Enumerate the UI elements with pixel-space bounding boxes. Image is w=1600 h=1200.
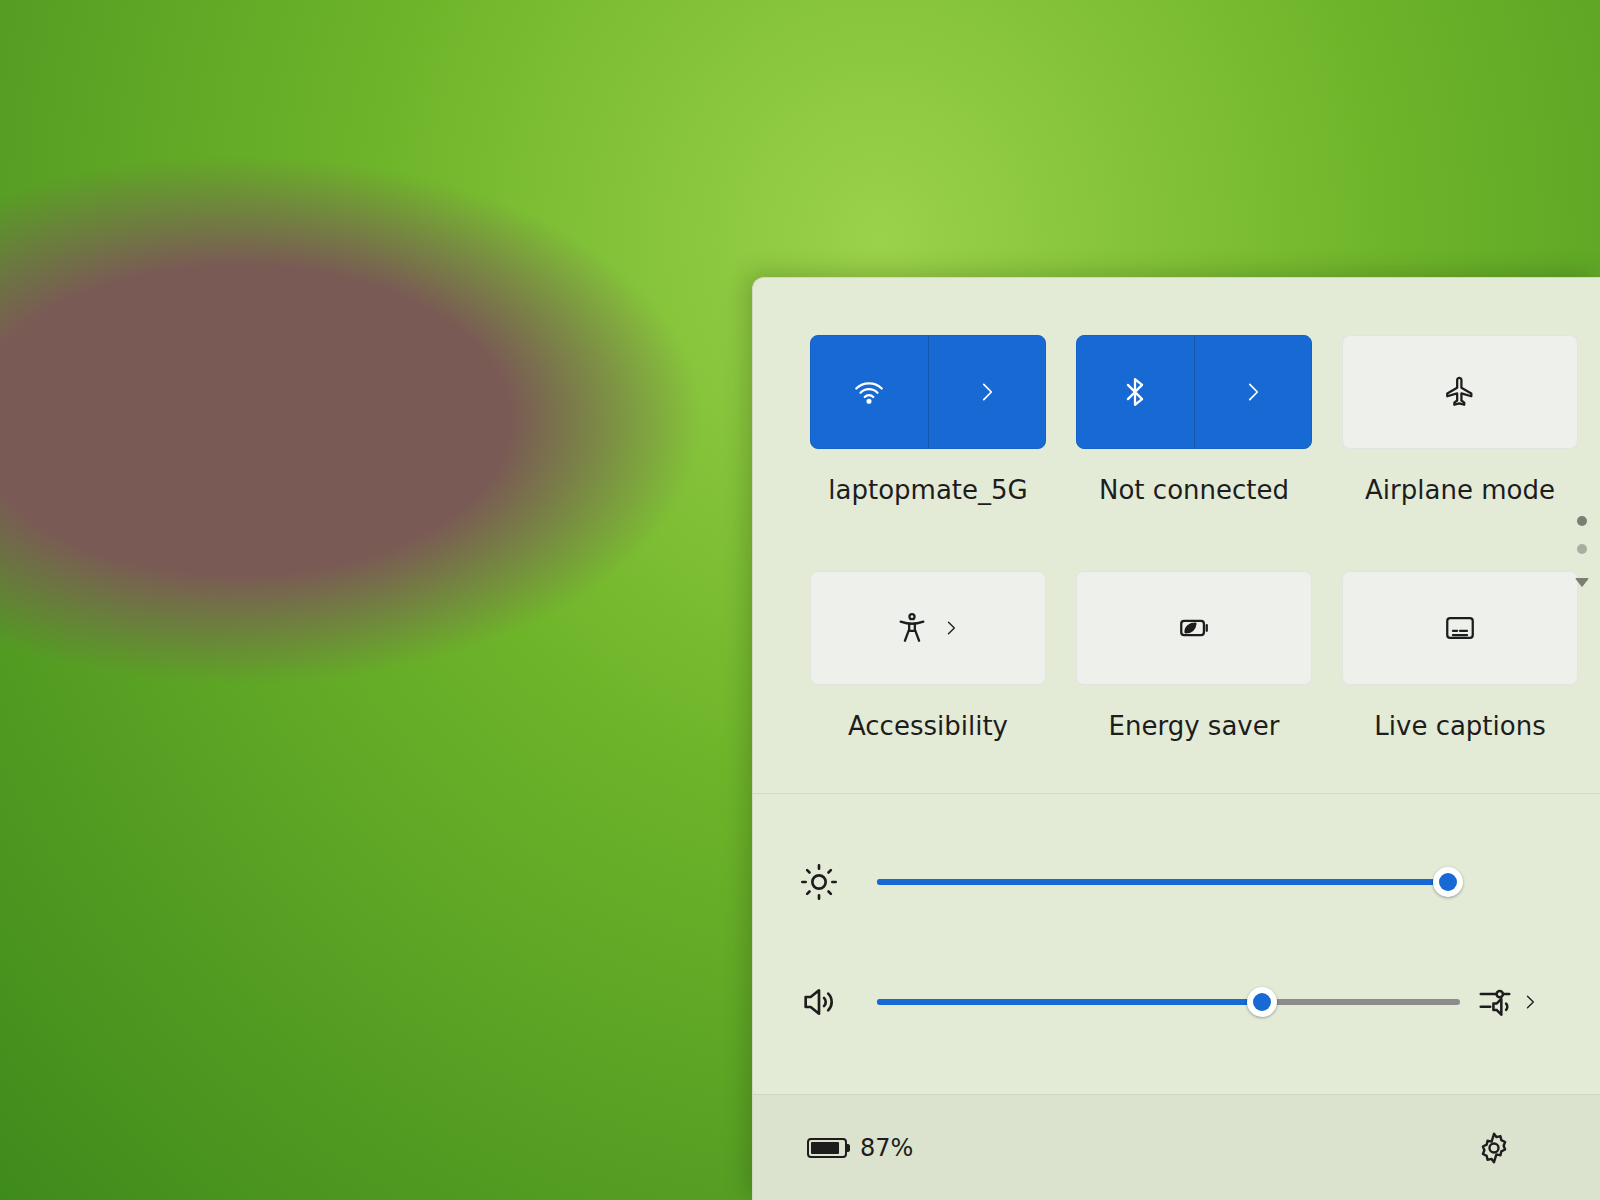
battery-icon <box>807 1138 850 1158</box>
tile-toggle[interactable] <box>811 336 928 448</box>
tile-label: Energy saver <box>1109 711 1280 741</box>
speaker-icon-wrap <box>797 982 841 1022</box>
brightness-fill <box>877 879 1448 885</box>
quick-tile[interactable] <box>1076 571 1312 685</box>
airplane-icon <box>1443 375 1477 409</box>
tile-divider <box>1194 336 1195 448</box>
battery-cap <box>847 1144 850 1152</box>
tile-divider <box>928 336 929 448</box>
page-dot[interactable] <box>1577 516 1587 526</box>
chevron-icon <box>974 379 1000 405</box>
wifi-icon <box>852 375 886 409</box>
volume-trailing <box>1460 983 1540 1021</box>
chevron-icon <box>1240 379 1266 405</box>
battery-status[interactable]: 87% <box>807 1134 913 1162</box>
speaker-icon <box>799 982 839 1022</box>
energy-saver-icon <box>1177 611 1211 645</box>
tile-label: Live captions <box>1374 711 1545 741</box>
tile-toggle[interactable] <box>1077 336 1194 448</box>
tile-label: Not connected <box>1099 475 1289 505</box>
battery-fill <box>811 1142 839 1154</box>
quick-tile-cell: Energy saver <box>1076 571 1312 741</box>
page-dot[interactable] <box>1577 544 1587 554</box>
quick-tile-cell: Not connected <box>1076 335 1312 505</box>
scroll-down-arrow-icon[interactable] <box>1572 572 1592 592</box>
bluetooth-icon <box>1118 375 1152 409</box>
tile-label: Airplane mode <box>1365 475 1555 505</box>
brightness-slider <box>797 852 1540 912</box>
brightness-sun-icon <box>799 862 839 902</box>
volume-track[interactable] <box>877 999 1460 1005</box>
quick-tile[interactable] <box>810 571 1046 685</box>
brightness-track[interactable] <box>877 879 1460 885</box>
tile-toggle[interactable] <box>1343 336 1577 448</box>
quick-tiles: laptopmate_5G Not connected Airplane mode A… <box>753 278 1600 794</box>
volume-slider <box>797 972 1540 1032</box>
live-captions-icon <box>1443 611 1477 645</box>
quick-tile-cell: Airplane mode <box>1342 335 1578 505</box>
volume-thumb[interactable] <box>1247 987 1277 1017</box>
quick-settings-panel: laptopmate_5G Not connected Airplane mode A… <box>752 277 1600 1200</box>
tile-label: laptopmate_5G <box>828 475 1027 505</box>
quick-tile[interactable] <box>1076 335 1312 449</box>
chevron-icon <box>941 618 961 638</box>
volume-mixer-icon[interactable] <box>1476 983 1514 1021</box>
quick-tile[interactable] <box>1342 571 1578 685</box>
quick-tile[interactable] <box>810 335 1046 449</box>
battery-percent: 87% <box>860 1134 913 1162</box>
quick-tile[interactable] <box>1342 335 1578 449</box>
battery-body <box>807 1138 847 1158</box>
page-indicator <box>1572 516 1592 592</box>
chevron-icon <box>1520 992 1540 1012</box>
tile-toggle[interactable] <box>1077 572 1311 684</box>
tile-toggle[interactable] <box>811 572 1045 684</box>
tile-expand[interactable] <box>929 336 1046 448</box>
settings-gear-icon[interactable] <box>1476 1130 1512 1166</box>
quick-tile-cell: Live captions <box>1342 571 1578 741</box>
tile-label: Accessibility <box>848 711 1008 741</box>
tile-toggle[interactable] <box>1343 572 1577 684</box>
brightness-sun-icon-wrap <box>797 862 841 902</box>
brightness-thumb[interactable] <box>1433 867 1463 897</box>
footer-bar: 87% <box>753 1094 1600 1200</box>
tile-expand[interactable] <box>1195 336 1312 448</box>
quick-tile-cell: laptopmate_5G <box>810 335 1046 505</box>
quick-tile-cell: Accessibility <box>810 571 1046 741</box>
volume-fill <box>877 999 1262 1005</box>
accessibility-icon <box>895 611 929 645</box>
sliders <box>753 794 1600 1072</box>
